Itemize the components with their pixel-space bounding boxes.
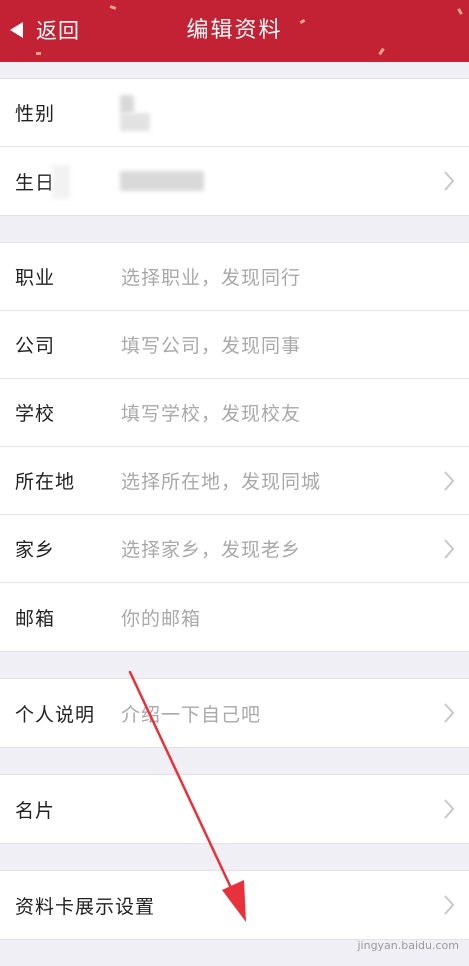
chevron-right-icon xyxy=(444,470,455,491)
row-birthday[interactable]: 生日 xyxy=(0,147,469,215)
row-label: 学校 xyxy=(15,403,56,425)
row-label: 邮箱 xyxy=(15,607,56,630)
section-gap xyxy=(0,748,469,774)
row-label: 名片 xyxy=(15,799,56,822)
redacted-value xyxy=(120,113,150,131)
chevron-right-icon xyxy=(444,703,455,723)
row-email[interactable]: 邮箱 你的邮箱 xyxy=(0,583,469,651)
row-bio[interactable]: 个人说明 介绍一下自己吧 xyxy=(0,679,469,747)
row-label: 职业 xyxy=(15,267,56,289)
confetti-decoration xyxy=(109,5,117,10)
chevron-right-icon xyxy=(444,895,455,915)
row-hometown[interactable]: 家乡 选择家乡，发现老乡 xyxy=(0,515,469,583)
card-group: 名片 xyxy=(0,774,469,844)
section-gap xyxy=(0,216,469,242)
redacted-value xyxy=(52,165,70,199)
row-gender[interactable]: 性别 xyxy=(0,79,469,147)
basic-info-group: 性别 生日 xyxy=(0,78,469,216)
row-school[interactable]: 学校 填写学校，发现校友 xyxy=(0,379,469,447)
job-placeholder: 选择职业，发现同行 xyxy=(121,267,302,289)
chevron-right-icon xyxy=(444,799,455,819)
social-info-group: 职业 选择职业，发现同行 公司 填写公司，发现同事 学校 填写学校，发现校友 所… xyxy=(0,242,469,652)
row-label: 所在地 xyxy=(15,471,76,493)
page-title: 编辑资料 xyxy=(186,18,283,43)
row-label: 生日 xyxy=(15,171,56,194)
row-label: 资料卡展示设置 xyxy=(15,895,156,918)
section-gap xyxy=(0,62,469,78)
row-company[interactable]: 公司 填写公司，发现同事 xyxy=(0,311,469,379)
row-label: 性别 xyxy=(15,103,56,125)
row-card[interactable]: 名片 xyxy=(0,775,469,843)
bio-placeholder: 介绍一下自己吧 xyxy=(121,703,262,726)
hometown-placeholder: 选择家乡，发现老乡 xyxy=(121,539,302,561)
row-label: 家乡 xyxy=(15,539,56,561)
email-placeholder: 你的邮箱 xyxy=(121,607,202,630)
row-label: 公司 xyxy=(15,335,56,357)
section-gap xyxy=(0,652,469,678)
chevron-right-icon xyxy=(444,538,455,559)
chevron-right-icon xyxy=(444,171,455,191)
row-label: 个人说明 xyxy=(15,703,96,726)
confetti-decoration xyxy=(378,47,385,56)
company-placeholder: 填写公司，发现同事 xyxy=(121,335,302,357)
confetti-decoration xyxy=(36,52,41,55)
row-profile-card-settings[interactable]: 资料卡展示设置 xyxy=(0,871,469,939)
profile-card-group: 资料卡展示设置 xyxy=(0,870,469,940)
row-job[interactable]: 职业 选择职业，发现同行 xyxy=(0,243,469,311)
bio-group: 个人说明 介绍一下自己吧 xyxy=(0,678,469,748)
school-placeholder: 填写学校，发现校友 xyxy=(121,403,302,425)
location-placeholder: 选择所在地，发现同城 xyxy=(121,471,322,493)
redacted-value xyxy=(120,171,204,191)
settings-list: 性别 生日 职业 选择职业，发现同行 公司 填写公司，发现同事 学校 填写学校，… xyxy=(0,62,469,966)
watermark: jingyan.baidu.com xyxy=(357,939,459,952)
row-location[interactable]: 所在地 选择所在地，发现同城 xyxy=(0,447,469,515)
nav-header: 返回 编辑资料 xyxy=(0,0,469,62)
redacted-value xyxy=(120,95,134,113)
section-gap xyxy=(0,844,469,870)
